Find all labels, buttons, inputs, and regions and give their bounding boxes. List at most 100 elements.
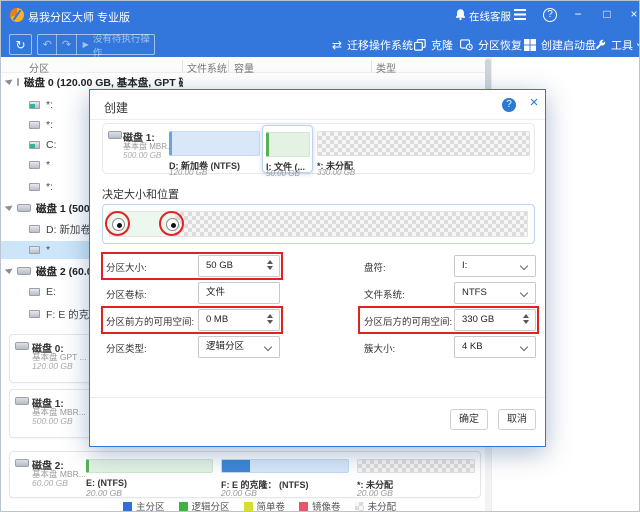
legend-primary: 主分区 (123, 499, 165, 512)
transfer-icon: ⇄ (332, 38, 342, 52)
table-header: 分区 文件系统 容量 类型 (1, 57, 487, 73)
annotation-circle-right (159, 211, 184, 236)
col-capacity: 容量 (234, 60, 254, 75)
app-logo-icon (10, 8, 24, 22)
partition-icon (29, 161, 40, 169)
preview-partition-i-selected[interactable]: I: 文件 (... 50.00 GB (262, 125, 313, 173)
refresh-icon: ↻ (15, 38, 25, 52)
pending-operations-label: 没有待执行操作 (93, 31, 154, 59)
play-icon: ▶ (83, 40, 89, 49)
disk-icon (15, 459, 29, 467)
disk-size: 120.00 GB (32, 361, 73, 371)
dialog-close-icon[interactable]: × (526, 94, 542, 111)
volume-label-input[interactable]: 文件 (198, 282, 280, 304)
file-system-label: 文件系统: (364, 287, 405, 301)
clone-button[interactable]: 克隆 (414, 34, 453, 56)
chevron-down-icon (264, 343, 272, 351)
create-dialog: 创建 ? × 磁盘 1: 基本盘 MBR... 500.00 GB D: 新加卷… (89, 89, 546, 447)
legend-unallocated: 未分配 (355, 499, 397, 512)
preview-partition-d[interactable] (169, 131, 260, 156)
primary-swatch (123, 502, 132, 511)
partition-bar-unallocated[interactable] (357, 459, 475, 473)
disk-icon (17, 267, 31, 275)
create-boot-disk-button[interactable]: 创建启动盘 (524, 34, 596, 56)
boot-disk-icon (524, 39, 536, 51)
mirror-swatch (299, 502, 308, 511)
annotation-box-space-before (101, 306, 283, 334)
cluster-size-label: 簇大小: (364, 341, 395, 355)
legend: 主分区 逻辑分区 简单卷 镜像卷 未分配 (123, 499, 396, 512)
partition-recovery-button[interactable]: 分区恢复 (460, 34, 522, 56)
partition-icon (29, 141, 40, 149)
partition-icon (29, 121, 40, 129)
partition-bar-e[interactable] (86, 459, 213, 473)
pending-operations-group: ↶ ↷ ▶ 没有待执行操作 (37, 34, 155, 55)
legend-simple: 简单卷 (244, 499, 286, 512)
annotation-circle-left (105, 211, 130, 236)
preview-disk-size: 500.00 GB (123, 151, 161, 160)
dialog-title: 创建 (104, 99, 128, 116)
chevron-down-icon (520, 343, 528, 351)
unallocated-swatch (355, 502, 364, 511)
online-service-link[interactable]: 在线客服 (469, 9, 511, 24)
ok-button[interactable]: 确定 (450, 409, 488, 430)
help-icon[interactable]: ? (543, 8, 557, 22)
redo-icon[interactable]: ↷ (57, 38, 75, 51)
undo-icon[interactable]: ↶ (38, 38, 56, 51)
cluster-size-select[interactable]: 4 KB (454, 336, 536, 358)
disk-icon (15, 397, 29, 405)
partition-icon (29, 288, 40, 296)
col-type: 类型 (376, 60, 396, 75)
caret-icon[interactable] (5, 268, 14, 274)
disk-size: 500.00 GB (32, 416, 73, 426)
close-button[interactable]: × (625, 5, 640, 23)
partition-bar-f[interactable] (221, 459, 349, 473)
preview-unallocated[interactable] (317, 131, 530, 156)
disk-icon (15, 342, 29, 350)
simple-swatch (244, 502, 253, 511)
disk-icon (17, 204, 31, 212)
partition-type-select[interactable]: 逻辑分区 (198, 336, 280, 358)
col-file-system: 文件系统 (187, 60, 227, 75)
tools-button[interactable]: 工具 (594, 34, 640, 56)
disk-icon (17, 78, 19, 86)
dialog-help-icon[interactable]: ? (502, 98, 516, 112)
disk-size: 60.00 GB (32, 478, 68, 488)
file-system-select[interactable]: NTFS (454, 282, 536, 304)
drive-letter-select[interactable]: I: (454, 255, 536, 277)
preview-partition-i-bar (266, 132, 310, 157)
cancel-button[interactable]: 取消 (498, 409, 536, 430)
caret-icon[interactable] (5, 205, 14, 211)
size-slider (102, 204, 535, 244)
drive-letter-label: 盘符: (364, 260, 386, 274)
disk-preview: 磁盘 1: 基本盘 MBR... 500.00 GB D: 新加卷 (NTFS)… (102, 123, 535, 174)
annotation-box-size (101, 252, 283, 280)
chevron-down-icon (520, 289, 528, 297)
minimize-button[interactable]: − (569, 5, 587, 23)
chevron-down-icon (520, 262, 528, 270)
app-title: 易我分区大师 专业版 (28, 9, 130, 25)
partition-type-label: 分区类型: (106, 341, 147, 355)
slider-unallocated-range (176, 212, 527, 236)
partition-icon (29, 101, 40, 109)
menu-icon[interactable] (514, 9, 526, 20)
caret-icon[interactable] (5, 79, 14, 85)
disk-icon (108, 131, 122, 139)
logical-swatch (179, 502, 188, 511)
annotation-box-space-after (358, 306, 539, 334)
wrench-icon (594, 39, 606, 51)
refresh-button[interactable]: ↻ (9, 34, 32, 55)
disk-map-card-2[interactable]: 磁盘 2: 基本盘 MBR... 60.00 GB E: (NTFS) 20.0… (9, 451, 481, 498)
migrate-os-button[interactable]: ⇄ 迁移操作系统 (332, 34, 413, 56)
partition-icon (29, 225, 40, 233)
bell-icon (454, 8, 467, 21)
legend-logical: 逻辑分区 (179, 499, 230, 512)
app-window: 易我分区大师 专业版 在线客服 ? − □ × ↻ ↶ ↷ ▶ 没有待执行操作 … (0, 0, 640, 512)
volume-label-label: 分区卷标: (106, 287, 147, 301)
partition-icon (29, 183, 40, 191)
legend-mirror: 镜像卷 (299, 499, 341, 512)
maximize-button[interactable]: □ (598, 5, 616, 23)
header: 易我分区大师 专业版 在线客服 ? − □ × ↻ ↶ ↷ ▶ 没有待执行操作 … (1, 1, 640, 57)
partition-icon (29, 246, 40, 254)
partition-icon (29, 310, 40, 318)
